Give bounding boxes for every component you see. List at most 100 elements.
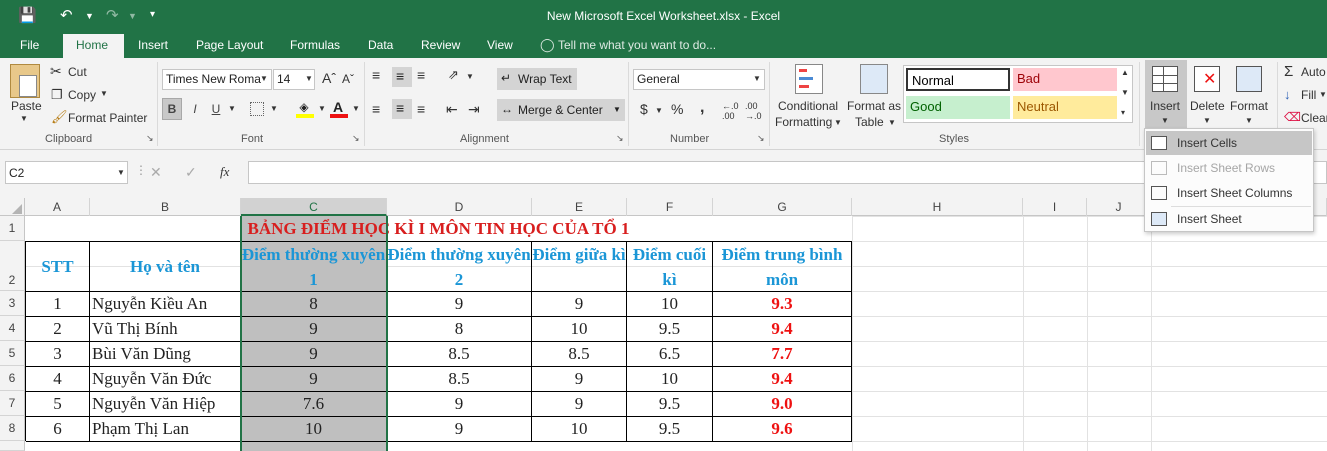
table-cell-score-2[interactable]: 9 [387, 292, 532, 317]
clipboard-launcher-icon[interactable]: ↘ [146, 133, 154, 144]
table-cell-average[interactable]: 9.0 [713, 392, 852, 417]
table-cell-average[interactable]: 7.7 [713, 342, 852, 367]
bold-button[interactable]: B [162, 98, 182, 120]
table-cell-average[interactable]: 9.4 [713, 367, 852, 392]
menu-item-insert-sheet[interactable]: Insert Sheet [1146, 207, 1312, 231]
increase-decimal-icon[interactable]: ←.0.00 [722, 101, 739, 121]
name-box[interactable]: C2 [5, 161, 128, 184]
table-cell-midterm[interactable]: 10 [532, 417, 627, 442]
paste-icon[interactable] [10, 64, 40, 98]
tab-page-layout[interactable]: Page Layout [196, 38, 263, 52]
paste-dropdown-icon[interactable]: ▼ [20, 114, 28, 123]
table-cell-score-2[interactable]: 8.5 [387, 367, 532, 392]
currency-dropdown-icon[interactable]: ▼ [655, 106, 663, 115]
table-cell-stt[interactable]: 3 [26, 342, 90, 367]
paste-button[interactable]: Paste [11, 99, 42, 113]
table-cell-midterm[interactable]: 8.5 [532, 342, 627, 367]
enter-icon[interactable]: ✓ [185, 164, 197, 181]
row-header-5[interactable]: 5 [0, 341, 25, 366]
table-cell-score-2[interactable]: 9 [387, 392, 532, 417]
tell-me-box[interactable]: Tell me what you want to do... [558, 38, 716, 52]
conditional-formatting-button[interactable]: Conditional [778, 99, 838, 113]
increase-indent-icon[interactable]: ⇥ [468, 101, 480, 118]
insert-dropdown-icon[interactable]: ▼ [1161, 116, 1169, 125]
header-midterm[interactable]: Điểm giữa kì [532, 242, 627, 292]
table-cell-stt[interactable]: 1 [26, 292, 90, 317]
tab-formulas[interactable]: Formulas [290, 38, 340, 52]
styles-scroll-up-icon[interactable]: ▲ [1121, 68, 1129, 77]
header-stt[interactable]: STT [26, 242, 90, 292]
merge-center-button[interactable]: ↔ Merge & Center ▼ [497, 99, 625, 121]
fill-button[interactable]: Fill [1301, 88, 1316, 102]
table-cell-average[interactable]: 9.4 [713, 317, 852, 342]
format-button[interactable]: Format [1230, 99, 1268, 113]
name-box-dropdown-icon[interactable]: ▼ [117, 168, 125, 177]
comma-button[interactable]: , [700, 99, 704, 117]
table-cell-score-2[interactable]: 9 [387, 417, 532, 442]
header-score-2[interactable]: Điểm thường xuyên 2 [387, 242, 532, 292]
table-cell-stt[interactable]: 6 [26, 417, 90, 442]
tab-home[interactable]: Home [76, 38, 108, 52]
menu-item-insert-sheet-rows[interactable]: Insert Sheet Rows [1146, 156, 1312, 180]
delete-button[interactable]: Delete [1190, 99, 1225, 113]
column-header-e[interactable]: E [532, 198, 627, 216]
number-format-select[interactable]: General [633, 69, 765, 90]
align-top-icon[interactable]: ≡ [372, 67, 380, 83]
table-cell-score-1[interactable]: 9 [241, 367, 387, 392]
conditional-formatting-icon[interactable] [795, 64, 823, 94]
copy-button[interactable]: Copy [68, 88, 96, 102]
table-cell-stt[interactable]: 2 [26, 317, 90, 342]
font-color-dropdown-icon[interactable]: ▼ [352, 104, 360, 113]
format-painter-button[interactable]: Format Painter [68, 111, 147, 125]
orientation-icon[interactable]: ⇗ [448, 67, 459, 83]
conditional-formatting-dropdown-icon[interactable]: ▼ [834, 118, 842, 127]
select-all-corner[interactable] [0, 198, 25, 216]
column-header-g[interactable]: G [713, 198, 852, 216]
table-cell-midterm[interactable]: 10 [532, 317, 627, 342]
currency-button[interactable]: $ [640, 101, 648, 117]
table-cell-name[interactable]: Nguyễn Kiều An [90, 292, 241, 317]
underline-dropdown-icon[interactable]: ▼ [228, 104, 236, 113]
row-header-1[interactable]: 1 [0, 216, 25, 241]
table-cell-average[interactable]: 9.6 [713, 417, 852, 442]
fill-color-icon[interactable]: ◈ [296, 100, 312, 114]
table-cell-stt[interactable]: 4 [26, 367, 90, 392]
align-right-icon[interactable]: ≡ [417, 101, 425, 117]
styles-more-icon[interactable]: ▾ [1121, 108, 1125, 117]
format-as-table-icon[interactable] [860, 64, 888, 94]
row-header-9[interactable] [0, 441, 25, 451]
clear-button[interactable]: Clear [1301, 111, 1327, 125]
fill-color-dropdown-icon[interactable]: ▼ [318, 104, 326, 113]
column-header-i[interactable]: I [1023, 198, 1087, 216]
format-cells-icon[interactable] [1236, 66, 1262, 92]
format-dropdown-icon[interactable]: ▼ [1245, 116, 1253, 125]
table-cell-average[interactable]: 9.3 [713, 292, 852, 317]
table-cell-score-2[interactable]: 8.5 [387, 342, 532, 367]
align-center-icon[interactable]: ≡ [392, 99, 412, 119]
percent-button[interactable]: % [671, 101, 683, 117]
insert-cells-icon[interactable] [1152, 66, 1178, 92]
styles-scroll-down-icon[interactable]: ▼ [1121, 88, 1129, 97]
alignment-launcher-icon[interactable]: ↘ [616, 133, 624, 144]
italic-button[interactable]: I [186, 98, 204, 120]
table-cell-midterm[interactable]: 9 [532, 367, 627, 392]
style-normal[interactable]: Normal [906, 68, 1010, 91]
sheet-title[interactable]: BẢNG ĐIỂM HỌC KÌ I MÔN TIN HỌC CỦA TỔ 1 [25, 216, 852, 241]
column-header-j[interactable]: J [1087, 198, 1151, 216]
underline-button[interactable]: U [207, 98, 225, 120]
cancel-icon[interactable]: ✕ [150, 164, 162, 181]
column-header-f[interactable]: F [627, 198, 713, 216]
table-cell-name[interactable]: Bùi Văn Dũng [90, 342, 241, 367]
tab-review[interactable]: Review [421, 38, 460, 52]
style-bad[interactable]: Bad [1013, 68, 1117, 91]
table-cell-name[interactable]: Nguyễn Văn Hiệp [90, 392, 241, 417]
font-launcher-icon[interactable]: ↘ [352, 133, 360, 144]
align-bottom-icon[interactable]: ≡ [417, 67, 425, 83]
style-neutral[interactable]: Neutral [1013, 96, 1117, 119]
format-as-table-dropdown-icon[interactable]: ▼ [888, 118, 896, 127]
borders-icon[interactable] [250, 102, 264, 116]
align-left-icon[interactable]: ≡ [372, 101, 380, 117]
column-header-d[interactable]: D [387, 198, 532, 216]
delete-dropdown-icon[interactable]: ▼ [1203, 116, 1211, 125]
header-final[interactable]: Điểm cuối kì [627, 242, 713, 292]
